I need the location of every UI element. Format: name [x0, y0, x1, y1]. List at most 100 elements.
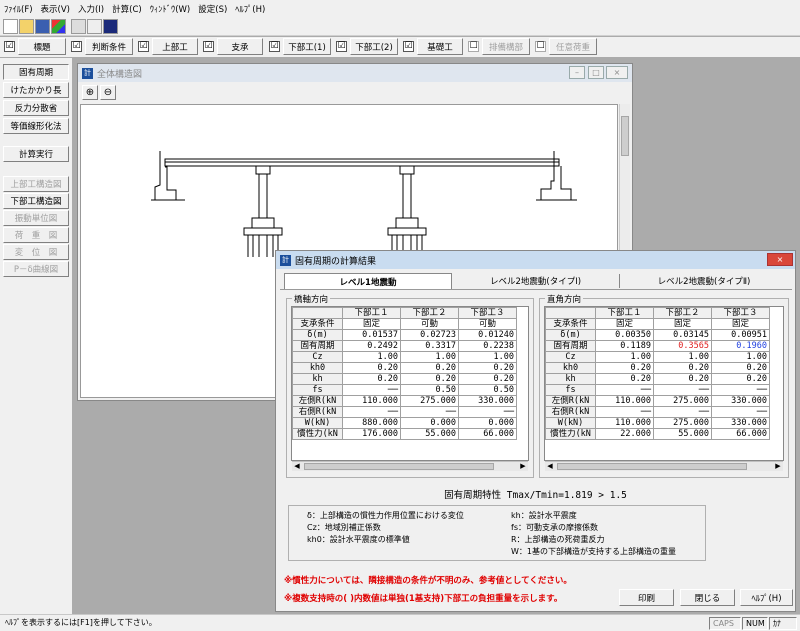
checkbox-bearing[interactable]: ☑: [203, 41, 214, 52]
legend-delta: δ：上部構造の慣性力作用位置における変位: [307, 511, 464, 520]
help-pointer-icon[interactable]: [103, 19, 118, 34]
row-label-cell: 右側R(kN: [545, 406, 596, 418]
maximize-button[interactable]: □: [588, 66, 604, 79]
menu-settings[interactable]: 設定(S): [194, 3, 231, 15]
checkbox-title[interactable]: ☑: [4, 41, 15, 52]
palette-icon[interactable]: [51, 19, 66, 34]
structure-window-titlebar[interactable]: 計 全体構造図 – □ ×: [78, 64, 632, 82]
natural-period-button[interactable]: 固有周期: [3, 64, 69, 80]
row-label-cell: W(kN): [545, 417, 596, 429]
table-cell: 55.000: [400, 428, 459, 440]
result-dialog-titlebar[interactable]: 計 固有周期の計算結果 ×: [276, 251, 795, 269]
bearing-button[interactable]: 支承: [217, 38, 263, 55]
print-preview-icon[interactable]: [87, 19, 102, 34]
minimize-button[interactable]: –: [569, 66, 585, 79]
menu-calc[interactable]: 計算(C): [108, 3, 146, 15]
equivalent-linearization-button[interactable]: 等価線形化法: [3, 118, 69, 134]
zoom-in-icon[interactable]: ⊕: [82, 85, 98, 100]
table-row: 下部工１ 下部工２ 下部工３: [545, 307, 770, 319]
table-cell: 0.01537: [342, 329, 401, 341]
superstructure-button[interactable]: 上部工: [152, 38, 198, 55]
table-cell: 880.000: [342, 417, 401, 429]
tab-level2-type2[interactable]: レベル2地震動(タイプⅡ): [620, 274, 788, 288]
row-label-cell: 左側R(kN: [545, 395, 596, 407]
tab-level2-type1[interactable]: レベル2地震動(タイプⅠ): [452, 274, 620, 288]
menu-window[interactable]: ｳｨﾝﾄﾞｳ(W): [146, 3, 195, 15]
menu-view[interactable]: 表示(V): [37, 3, 74, 15]
menu-help[interactable]: ﾍﾙﾌﾟ(H): [231, 3, 269, 15]
substructure-diagram-button[interactable]: 下部工構造図: [3, 193, 69, 209]
table-row: 支承条件 固定 固定 固定: [545, 318, 770, 330]
menu-bar: ﾌｧｲﾙ(F) 表示(V) 入力(I) 計算(C) ｳｨﾝﾄﾞｳ(W) 設定(S…: [0, 0, 800, 17]
print-icon[interactable]: [71, 19, 86, 34]
table-cell: ──: [595, 384, 654, 396]
table-cell: 可動: [458, 318, 517, 330]
table-cell: 1.00: [653, 351, 712, 363]
menu-file[interactable]: ﾌｧｲﾙ(F): [0, 3, 37, 15]
scrollbar-thumb[interactable]: [304, 463, 494, 470]
table-row: 固有周期 0.1189 0.3565 0.1960: [545, 340, 770, 352]
title-button[interactable]: 標題: [18, 38, 66, 55]
help-button[interactable]: ﾍﾙﾌﾟ(H): [740, 589, 793, 606]
scroll-right-icon[interactable]: ▶: [773, 462, 783, 471]
scroll-right-icon[interactable]: ▶: [518, 462, 528, 471]
open-folder-icon[interactable]: [19, 19, 34, 34]
structure-window-title: 全体構造図: [97, 69, 143, 80]
close-button[interactable]: ×: [606, 66, 628, 79]
table-cell: 下部工２: [400, 307, 459, 319]
row-label-cell: δ(m): [545, 329, 596, 341]
checkbox-drainage: ☐: [468, 41, 479, 52]
substructure-2-button[interactable]: 下部工(2): [350, 38, 398, 55]
num-indicator: NUM: [742, 617, 768, 630]
table-row: kh0 0.20 0.20 0.20: [545, 362, 770, 374]
table-cell: 可動: [400, 318, 459, 330]
table-cell: 110.000: [342, 395, 401, 407]
table-cell: 固定: [342, 318, 401, 330]
scrollbar-thumb[interactable]: [557, 463, 747, 470]
table-row: 支承条件 固定 可動 可動: [292, 318, 517, 330]
bridge-axis-hscroll[interactable]: ◀ ▶: [292, 461, 528, 471]
table-cell: 0.20: [400, 373, 459, 385]
print-button[interactable]: 印刷: [619, 589, 674, 606]
p-delta-curve-button: P－δ曲線図: [3, 261, 69, 277]
table-cell: ──: [400, 406, 459, 418]
row-label-cell: 固有周期: [545, 340, 596, 352]
displacement-diagram-button: 変 位 図: [3, 244, 69, 260]
table-cell: 0.20: [711, 362, 770, 374]
seat-length-button[interactable]: けたかかり長: [3, 82, 69, 98]
checkbox-criteria[interactable]: ☑: [71, 41, 82, 52]
scroll-left-icon[interactable]: ◀: [292, 462, 302, 471]
table-row: δ(m) 0.01537 0.02723 0.01240: [292, 329, 517, 341]
scrollbar-thumb[interactable]: [621, 116, 629, 156]
table-cell: 275.000: [653, 395, 712, 407]
table-cell: 1.00: [458, 351, 517, 363]
row-label-cell: 支承条件: [292, 318, 343, 330]
row-label-cell: kh: [545, 373, 596, 385]
run-calculation-button[interactable]: 計算実行: [3, 146, 69, 162]
checkbox-superstructure[interactable]: ☑: [138, 41, 149, 52]
save-icon[interactable]: [35, 19, 50, 34]
zoom-out-icon[interactable]: ⊖: [100, 85, 116, 100]
checkbox-foundation[interactable]: ☑: [403, 41, 414, 52]
scroll-left-icon[interactable]: ◀: [545, 462, 555, 471]
dialog-close-button[interactable]: 閉じる: [680, 589, 735, 606]
menu-input[interactable]: 入力(I): [74, 3, 108, 15]
new-file-icon[interactable]: [3, 19, 18, 34]
kana-indicator: ｶﾅ: [769, 617, 797, 630]
table-row: 右側R(kN ── ── ──: [292, 406, 517, 418]
reaction-distribution-button[interactable]: 反力分散省: [3, 100, 69, 116]
table-cell: 0.20: [400, 362, 459, 374]
tab-level1[interactable]: レベル1地震動: [284, 273, 452, 289]
checkbox-substructure-1[interactable]: ☑: [269, 41, 280, 52]
substructure-1-button[interactable]: 下部工(1): [283, 38, 331, 55]
row-label-cell: Cz: [545, 351, 596, 363]
table-row: W(kN) 880.000 0.000 0.000: [292, 417, 517, 429]
checkbox-substructure-2[interactable]: ☑: [336, 41, 347, 52]
perpendicular-table: 下部工１ 下部工２ 下部工３ 支承条件 固定 固定 固定 δ(m) 0.00350 0.03145…: [545, 307, 770, 440]
side-panel: 固有周期 けたかかり長 反力分散省 等価線形化法 計算実行 上部工構造図 下部工…: [0, 58, 72, 614]
table-cell: 0.20: [595, 362, 654, 374]
dialog-close-icon[interactable]: ×: [767, 253, 793, 266]
foundation-button[interactable]: 基礎工: [417, 38, 463, 55]
perpendicular-hscroll[interactable]: ◀ ▶: [545, 461, 783, 471]
criteria-button[interactable]: 判断条件: [85, 38, 133, 55]
